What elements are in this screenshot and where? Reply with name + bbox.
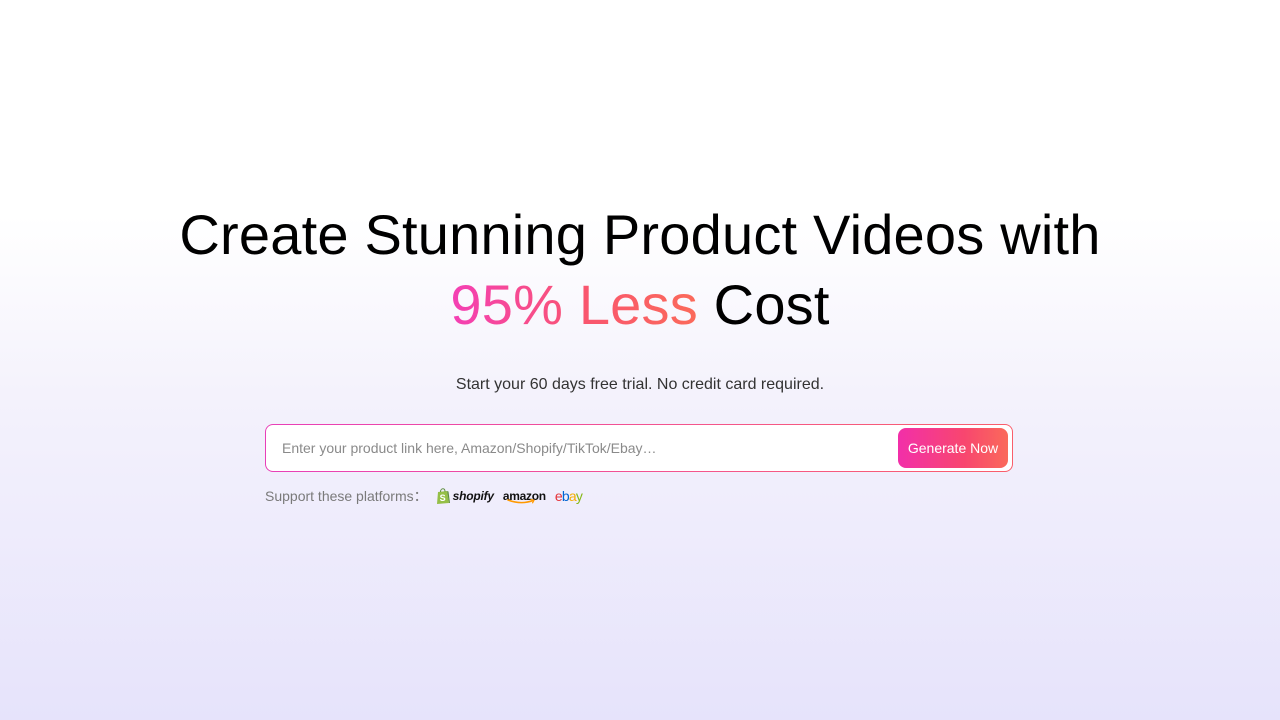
- shopify-logo: S shopify: [436, 487, 494, 505]
- amazon-logo: amazon: [503, 487, 546, 505]
- svg-text:S: S: [439, 493, 445, 503]
- headline-accent: 95% Less: [450, 273, 698, 336]
- ebay-letter-y: y: [575, 488, 583, 504]
- ebay-letter-b: b: [561, 488, 570, 504]
- subline: Start your 60 days free trial. No credit…: [455, 376, 825, 393]
- search-inner: Generate Now: [266, 425, 1012, 471]
- ebay-letter-e: e: [554, 488, 563, 504]
- shopify-icon: S: [436, 487, 450, 504]
- headline: Create Stunning Product Videos with 95% …: [0, 200, 1280, 340]
- amazon-wordmark-wrap: amazon: [503, 487, 546, 505]
- product-link-input[interactable]: [282, 428, 898, 468]
- ebay-letter-a: a: [568, 488, 577, 504]
- headline-end: Cost: [713, 273, 830, 336]
- shopify-wordmark: shopify: [452, 489, 494, 503]
- product-link-search-box: Generate Now: [265, 424, 1013, 472]
- platforms-label: Support these platforms：: [265, 488, 428, 504]
- ebay-logo: ebay: [554, 488, 583, 504]
- headline-line1: Create Stunning Product Videos with: [179, 203, 1101, 266]
- generate-now-button[interactable]: Generate Now: [898, 428, 1008, 468]
- supported-platforms: Support these platforms： S shopify amazo…: [265, 486, 591, 506]
- hero-section: Create Stunning Product Videos with 95% …: [0, 200, 1280, 396]
- amazon-smile-icon: [507, 499, 535, 504]
